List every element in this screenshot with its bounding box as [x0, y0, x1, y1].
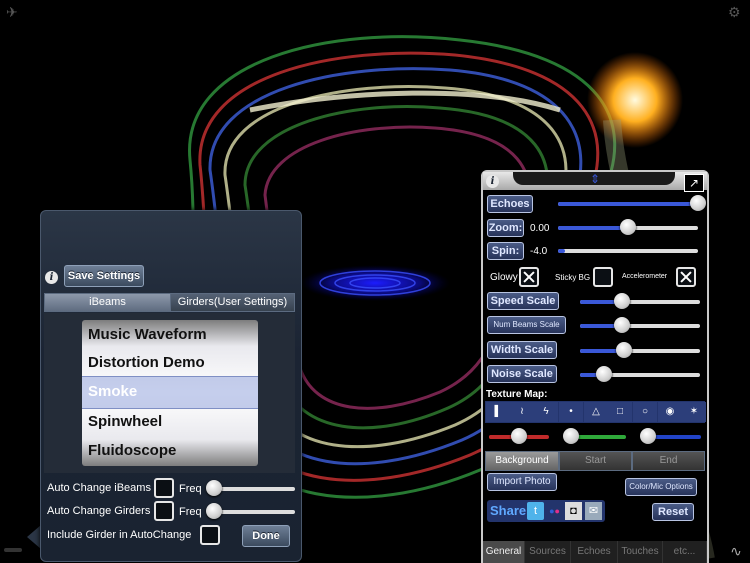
tab-girders[interactable]: Girders(User Settings): [170, 293, 295, 312]
slider-knob[interactable]: [206, 503, 223, 519]
accelerometer-checkbox[interactable]: [676, 267, 696, 287]
girders-freq-label: Freq: [179, 506, 202, 518]
noise-scale-button[interactable]: Noise Scale: [487, 365, 557, 383]
picker-item[interactable]: Fluidoscope: [82, 436, 258, 465]
noise-scale-slider[interactable]: [580, 366, 700, 384]
settings-corner-icon[interactable]: ⚙: [728, 4, 741, 21]
include-girder-checkbox[interactable]: [200, 525, 220, 545]
spin-button[interactable]: Spin:: [487, 242, 524, 260]
texture-star-icon[interactable]: ✶: [682, 402, 706, 422]
start-segment[interactable]: Start: [559, 451, 632, 471]
num-beams-scale-slider[interactable]: [580, 317, 700, 335]
slider-knob[interactable]: [511, 428, 527, 444]
speed-scale-button[interactable]: Speed Scale: [487, 292, 559, 310]
color-blue-slider[interactable]: [639, 428, 701, 446]
include-girder-label: Include Girder in AutoChange: [47, 529, 192, 541]
texture-bar-icon[interactable]: ▌: [486, 402, 510, 422]
slider-knob[interactable]: [620, 219, 636, 235]
slider-knob[interactable]: [614, 293, 630, 309]
waveform-icon[interactable]: ∿: [725, 541, 747, 561]
spin-value: -4.0: [530, 246, 548, 257]
info-icon[interactable]: i: [45, 271, 58, 284]
slider-knob[interactable]: [690, 195, 706, 211]
width-scale-slider[interactable]: [580, 342, 700, 360]
slider-knob[interactable]: [639, 428, 656, 444]
sticky-bg-checkbox[interactable]: [593, 267, 613, 287]
import-photo-button[interactable]: Import Photo: [487, 473, 557, 491]
accelerometer-label: Accelerometer: [622, 273, 668, 280]
picker-item[interactable]: Spinwheel: [82, 407, 258, 436]
num-beams-scale-button[interactable]: Num Beams Scale: [487, 316, 566, 334]
tab-ibeams[interactable]: iBeams: [44, 293, 171, 312]
slider-knob[interactable]: [616, 342, 633, 358]
zoom-value: 0.00: [530, 223, 550, 234]
panel-drag-handle-icon[interactable]: ⇕: [590, 172, 600, 186]
glowy-label: Glowy: [490, 272, 518, 283]
done-button[interactable]: Done: [242, 525, 290, 547]
ibeams-freq-label: Freq: [179, 483, 202, 495]
info-icon[interactable]: i: [486, 175, 499, 188]
slider-knob[interactable]: [596, 366, 612, 382]
email-icon[interactable]: ✉: [585, 502, 602, 520]
tab-echoes[interactable]: Echoes: [571, 541, 618, 563]
zoom-button[interactable]: Zoom:: [487, 219, 524, 237]
auto-change-ibeams-label: Auto Change iBeams: [47, 482, 151, 494]
auto-change-girders-label: Auto Change Girders: [47, 505, 151, 517]
save-settings-button[interactable]: Save Settings: [64, 265, 144, 287]
background-segment[interactable]: Background: [485, 451, 559, 471]
bottom-left-icon: [4, 548, 22, 552]
tab-etc[interactable]: etc...: [663, 541, 707, 563]
twitter-icon[interactable]: t: [527, 502, 544, 520]
app-logo-icon: ✈: [6, 4, 18, 20]
auto-change-girders-checkbox[interactable]: [154, 501, 174, 521]
picker-item[interactable]: Music Waveform: [82, 320, 258, 349]
texture-wave-icon[interactable]: ≀: [510, 402, 534, 422]
picker-item[interactable]: Distortion Demo: [82, 348, 258, 377]
camera-icon[interactable]: ◘: [565, 502, 582, 520]
tab-general[interactable]: General: [483, 541, 525, 563]
expand-icon[interactable]: ↗: [684, 174, 704, 192]
echoes-slider[interactable]: [558, 195, 706, 213]
texture-map-label: Texture Map:: [486, 389, 548, 400]
texture-circle-icon[interactable]: ○: [633, 402, 657, 422]
share-label: Share: [490, 503, 527, 518]
popover-arrow: [27, 525, 41, 549]
flickr-icon[interactable]: ●●: [546, 502, 563, 520]
texture-triangle-icon[interactable]: △: [584, 402, 608, 422]
color-mic-options-button[interactable]: Color/Mic Options: [625, 478, 697, 496]
spin-slider[interactable]: [558, 242, 698, 260]
texture-color-icon[interactable]: ◉: [658, 402, 682, 422]
color-green-slider[interactable]: [562, 428, 626, 446]
slider-knob[interactable]: [614, 317, 630, 333]
width-scale-button[interactable]: Width Scale: [487, 341, 557, 359]
glowy-checkbox[interactable]: [519, 267, 539, 287]
reset-button[interactable]: Reset: [652, 503, 694, 521]
echoes-button[interactable]: Echoes: [487, 195, 533, 213]
slider-knob[interactable]: [206, 480, 223, 496]
slider-knob[interactable]: [562, 428, 579, 444]
ibeams-freq-slider[interactable]: [206, 480, 295, 498]
tab-touches[interactable]: Touches: [618, 541, 663, 563]
sticky-bg-label: Sticky BG: [555, 273, 591, 282]
texture-zigzag-icon[interactable]: ϟ: [534, 402, 558, 422]
girders-freq-slider[interactable]: [206, 503, 295, 521]
tab-sources[interactable]: Sources: [525, 541, 571, 563]
end-segment[interactable]: End: [632, 451, 705, 471]
picker-item-selected[interactable]: Smoke: [82, 377, 258, 406]
texture-square-icon[interactable]: □: [608, 402, 632, 422]
preset-picker[interactable]: Music Waveform Distortion Demo Smoke Spi…: [82, 320, 258, 466]
texture-dot-icon[interactable]: •: [559, 402, 583, 422]
auto-change-ibeams-checkbox[interactable]: [154, 478, 174, 498]
zoom-slider[interactable]: [558, 219, 698, 237]
color-red-slider[interactable]: [489, 428, 549, 446]
speed-scale-slider[interactable]: [580, 293, 700, 311]
